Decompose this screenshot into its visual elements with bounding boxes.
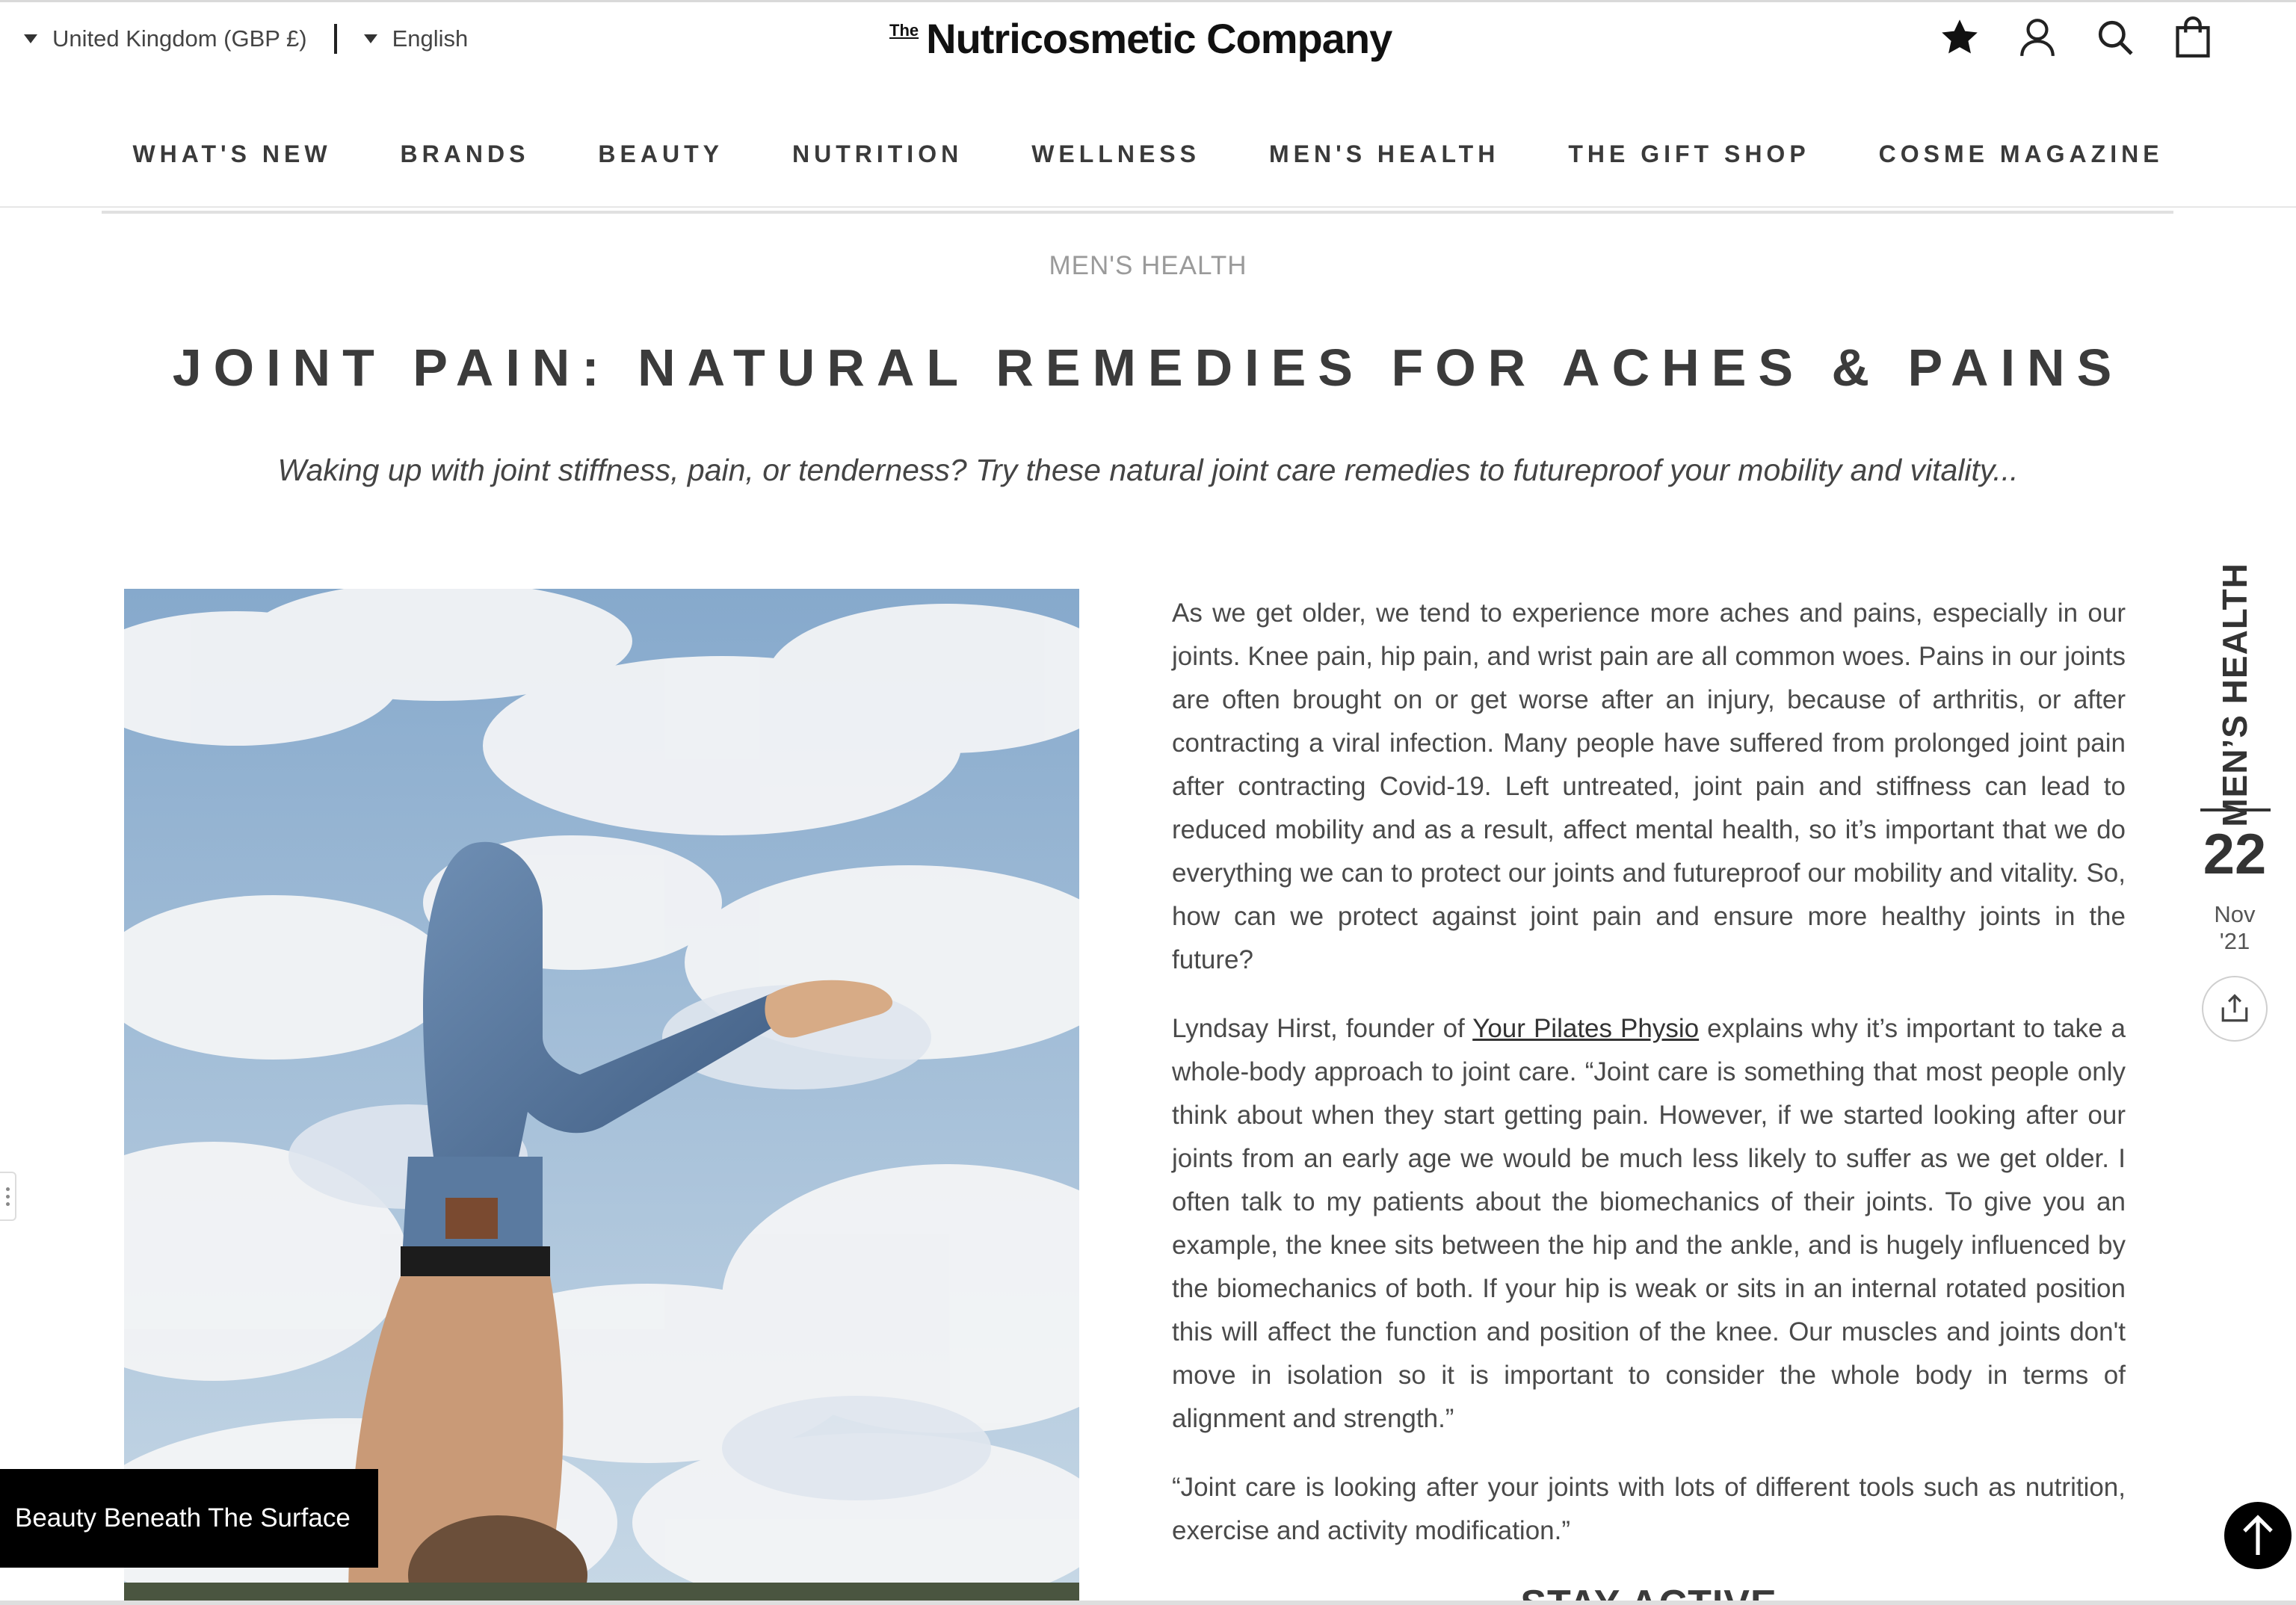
search-button[interactable] (2094, 15, 2136, 60)
cart-button[interactable] (2172, 15, 2214, 60)
rail-category-label: MEN’S HEALTH (2215, 563, 2254, 827)
nav-item-mens-health[interactable]: MEN'S HEALTH (1269, 140, 1499, 168)
your-pilates-physio-link[interactable]: Your Pilates Physio (1472, 1014, 1699, 1043)
share-button[interactable] (2202, 976, 2268, 1042)
locale-bar: United Kingdom (GBP £) English (24, 21, 468, 57)
star-icon (1942, 19, 1978, 54)
nav-divider (0, 206, 2296, 208)
article-category[interactable]: MEN'S HEALTH (0, 251, 2296, 281)
nav-item-gift-shop[interactable]: THE GIFT SHOP (1568, 140, 1809, 168)
promo-badge[interactable]: Beauty Beneath The Surface (0, 1469, 378, 1568)
caret-down-icon (24, 34, 37, 43)
paragraph-text: Lyndsay Hirst, founder of (1172, 1014, 1473, 1043)
site-logo[interactable]: The Nutricosmetic Company (889, 10, 1392, 63)
logo-name: Nutricosmetic Company (926, 15, 1392, 62)
article-subtitle: Waking up with joint stiffness, pain, or… (277, 453, 2019, 487)
nav-item-whats-new[interactable]: WHAT'S NEW (132, 140, 331, 168)
article-title: JOINT PAIN: NATURAL REMEDIES FOR ACHES &… (172, 338, 2124, 397)
grip-dot-icon (5, 1194, 10, 1199)
share-icon (2221, 994, 2248, 1022)
search-icon (2098, 20, 2133, 55)
article-paragraph: As we get older, we tend to experience m… (1172, 599, 2126, 974)
account-button[interactable] (2016, 15, 2058, 60)
header-actions (1939, 15, 2214, 60)
nav-item-wellness[interactable]: WELLNESS (1031, 140, 1200, 168)
arrow-up-icon (2243, 1515, 2273, 1555)
rail-divider (2200, 808, 2271, 811)
rail-category[interactable]: MEN’S HEALTH (2211, 563, 2259, 827)
region-label: United Kingdom (GBP £) (52, 25, 307, 52)
nav-item-cosme-magazine[interactable]: COSME MAGAZINE (1879, 140, 2164, 168)
article-body: As we get older, we tend to experience m… (1172, 592, 2126, 1605)
grip-dot-icon (5, 1187, 10, 1191)
account-icon (2020, 19, 2055, 57)
top-divider (0, 0, 2296, 2)
nav-item-brands[interactable]: BRANDS (401, 140, 530, 168)
region-selector[interactable]: United Kingdom (GBP £) (24, 25, 307, 52)
bottom-divider (0, 1601, 2296, 1605)
publish-month: Nov (2214, 901, 2256, 927)
main-nav: WHAT'S NEW BRANDS BEAUTY NUTRITION WELLN… (0, 140, 2296, 168)
language-label: English (392, 25, 469, 52)
article-paragraph: Lyndsay Hirst, founder of Your Pilates P… (1172, 1007, 2126, 1441)
hero-illustration (124, 589, 1079, 1605)
caret-down-icon (363, 34, 377, 43)
paragraph-text: explains why it’s important to take a wh… (1172, 1014, 2126, 1433)
logo-the: The (889, 21, 919, 40)
promo-label: Beauty Beneath The Surface (15, 1503, 351, 1533)
grip-dot-icon (5, 1202, 10, 1206)
side-drawer-handle[interactable] (0, 1172, 16, 1221)
bag-icon (2176, 16, 2210, 58)
page: United Kingdom (GBP £) English The Nutri… (0, 0, 2296, 1605)
language-selector[interactable]: English (363, 25, 469, 52)
content-divider (102, 211, 2173, 214)
publish-day: 22 (2203, 823, 2267, 886)
publish-year: '21 (2219, 928, 2250, 954)
article-hero-image (124, 589, 1079, 1605)
nav-item-beauty[interactable]: BEAUTY (598, 140, 723, 168)
locale-separator (333, 24, 337, 54)
back-to-top-button[interactable] (2224, 1502, 2292, 1569)
nav-item-nutrition[interactable]: NUTRITION (792, 140, 963, 168)
article-paragraph: “Joint care is looking after your joints… (1172, 1473, 2126, 1545)
wishlist-button[interactable] (1939, 15, 1981, 60)
